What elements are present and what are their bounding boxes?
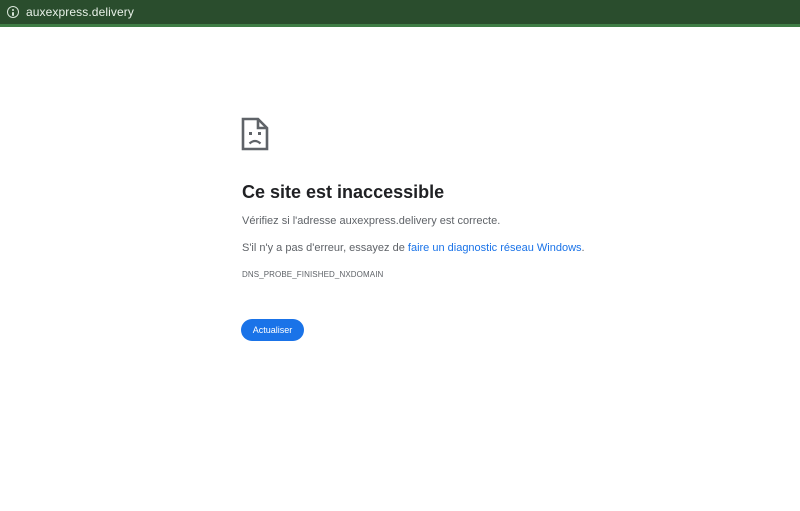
page-title: Ce site est inaccessible xyxy=(242,182,445,202)
sad-page-icon xyxy=(241,117,269,151)
reload-button[interactable]: Actualiser xyxy=(241,319,304,341)
check-suffix: est correcte. xyxy=(436,215,501,227)
info-icon[interactable] xyxy=(7,6,19,18)
check-domain: auxexpress.delivery xyxy=(339,215,437,227)
error-code: DNS_PROBE_FINISHED_NXDOMAIN xyxy=(242,270,384,279)
address-bar[interactable]: auxexpress.delivery xyxy=(0,0,800,27)
check-prefix: Vérifiez si l'adresse xyxy=(242,215,340,227)
network-diagnostic-link[interactable]: faire un diagnostic réseau Windows xyxy=(408,242,582,254)
hint-prefix: S'il n'y a pas d'erreur, essayez de xyxy=(242,242,408,254)
address-url[interactable]: auxexpress.delivery xyxy=(26,4,134,20)
check-address-message: Vérifiez si l'adresse auxexpress.deliver… xyxy=(242,213,500,229)
hint-suffix: . xyxy=(581,242,585,254)
diagnostic-hint: S'il n'y a pas d'erreur, essayez de fair… xyxy=(242,240,585,256)
